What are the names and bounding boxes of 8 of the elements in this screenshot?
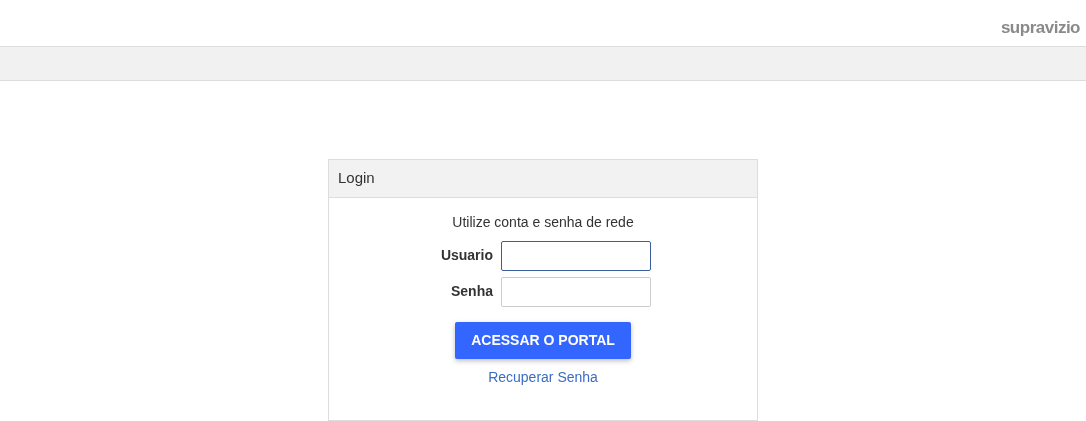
card-title: Login (329, 160, 757, 198)
instruction-text: Utilize conta e senha de rede (452, 212, 634, 232)
logo: supravizio (1000, 16, 1080, 39)
field-label: Senha (450, 282, 493, 301)
input-field[interactable] (501, 240, 651, 271)
login-button[interactable]: ACESSAR O PORTAL (455, 321, 631, 359)
recover-password-link[interactable]: Recuperar Senha (488, 366, 598, 388)
field-label: Usuario (439, 246, 493, 265)
